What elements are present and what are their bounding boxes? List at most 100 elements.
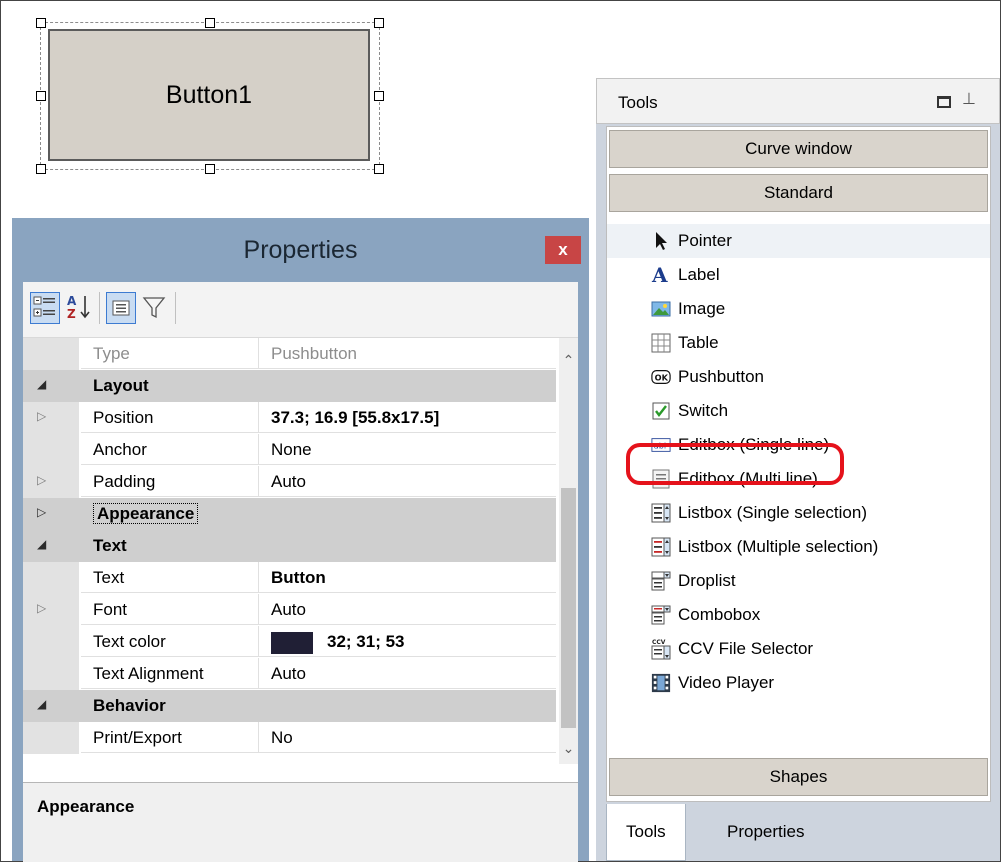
tab-tools[interactable]: Tools xyxy=(606,804,686,861)
tool-item-video-player[interactable]: Video Player xyxy=(607,666,990,700)
tab-properties[interactable]: Properties xyxy=(708,804,823,860)
scroll-up-icon[interactable]: ⌃ xyxy=(559,352,578,369)
category-label: Appearance xyxy=(93,503,199,524)
combobox-icon xyxy=(651,605,671,625)
property-value[interactable]: None xyxy=(259,434,556,465)
property-name: Padding xyxy=(81,466,259,497)
tools-title: Tools xyxy=(618,93,658,112)
property-name: Anchor xyxy=(81,434,259,465)
svg-text:OK: OK xyxy=(655,373,669,383)
float-window-icon[interactable] xyxy=(937,96,951,108)
category-label: Text xyxy=(93,536,127,555)
section-standard[interactable]: Standard xyxy=(609,174,988,212)
resize-handle-middle-left[interactable] xyxy=(36,91,46,101)
property-name: Text xyxy=(81,562,259,593)
resize-handle-bottom-right[interactable] xyxy=(374,164,384,174)
svg-text:CCV: CCV xyxy=(652,639,666,646)
tool-item-image[interactable]: Image xyxy=(607,292,990,326)
tool-item-table[interactable]: Table xyxy=(607,326,990,360)
property-name: Text Alignment xyxy=(81,658,259,689)
expand-icon[interactable]: ▷ xyxy=(37,601,46,615)
property-value[interactable]: Auto xyxy=(259,658,556,689)
tool-item-pointer[interactable]: Pointer xyxy=(607,224,990,258)
tool-item-pushbutton[interactable]: OK Pushbutton xyxy=(607,360,990,394)
properties-title[interactable]: Properties xyxy=(12,218,589,282)
tool-item-combobox[interactable]: Combobox xyxy=(607,598,990,632)
property-pages-button[interactable] xyxy=(106,292,136,324)
property-name: Text color xyxy=(81,626,259,657)
scrollbar-thumb[interactable] xyxy=(561,488,576,728)
property-value[interactable]: Auto xyxy=(259,594,556,625)
category-label: Layout xyxy=(93,376,149,395)
resize-handle-middle-right[interactable] xyxy=(374,91,384,101)
expand-icon[interactable]: ▷ xyxy=(37,409,46,423)
property-row-font[interactable]: ▷ Font Auto xyxy=(23,594,556,626)
table-icon xyxy=(651,333,671,353)
collapse-icon[interactable]: ◢ xyxy=(37,697,46,711)
expand-icon[interactable]: ▷ xyxy=(37,473,46,487)
label-icon: A xyxy=(651,265,671,285)
tool-item-switch[interactable]: Switch xyxy=(607,394,990,428)
toolbar-separator xyxy=(175,292,176,324)
property-row-type[interactable]: Type Pushbutton xyxy=(23,338,556,370)
droplist-icon xyxy=(651,571,671,591)
pointer-icon xyxy=(651,231,671,251)
property-value[interactable]: 37.3; 16.9 [55.8x17.5] xyxy=(259,402,556,433)
tool-item-listbox-multi[interactable]: Listbox (Multiple selection) xyxy=(607,530,990,564)
section-shapes[interactable]: Shapes xyxy=(609,758,988,796)
category-label: Behavior xyxy=(93,696,166,715)
categorized-icon xyxy=(33,296,55,317)
video-player-icon xyxy=(651,673,671,693)
category-behavior[interactable]: ◢ Behavior xyxy=(23,690,556,722)
expand-icon[interactable]: ▷ xyxy=(37,505,46,519)
categorized-button[interactable] xyxy=(30,292,60,324)
property-row-text-alignment[interactable]: Text Alignment Auto xyxy=(23,658,556,690)
sort-az-icon: A Z xyxy=(67,294,90,321)
property-value[interactable]: No xyxy=(259,722,556,753)
property-name: Position xyxy=(81,402,259,433)
scroll-down-icon[interactable]: ⌄ xyxy=(559,740,578,757)
category-layout[interactable]: ◢ Layout xyxy=(23,370,556,402)
collapse-icon[interactable]: ◢ xyxy=(37,377,46,391)
property-row-position[interactable]: ▷ Position 37.3; 16.9 [55.8x17.5] xyxy=(23,402,556,434)
tool-window-tabs: Tools Properties xyxy=(596,804,1000,861)
tool-item-ccv-file-selector[interactable]: CCV CCV File Selector xyxy=(607,632,990,666)
resize-handle-bottom-center[interactable] xyxy=(205,164,215,174)
property-name: Type xyxy=(81,338,259,369)
svg-text:Z: Z xyxy=(67,307,76,321)
color-swatch xyxy=(271,631,313,654)
section-curve-window[interactable]: Curve window xyxy=(609,130,988,168)
property-value[interactable]: Auto xyxy=(259,466,556,497)
listbox-single-icon xyxy=(651,503,671,523)
filter-button[interactable] xyxy=(140,292,170,324)
close-button[interactable]: x xyxy=(545,236,581,264)
property-row-print-export[interactable]: Print/Export No xyxy=(23,722,556,754)
property-row-text[interactable]: Text Button xyxy=(23,562,556,594)
property-row-text-color[interactable]: Text color 32; 31; 53 xyxy=(23,626,556,658)
collapse-icon[interactable]: ◢ xyxy=(37,537,46,551)
tool-item-droplist[interactable]: Droplist xyxy=(607,564,990,598)
pin-icon[interactable]: ⊥ xyxy=(962,89,976,109)
tool-item-listbox-single[interactable]: Listbox (Single selection) xyxy=(607,496,990,530)
property-grid: Type Pushbutton ◢ Layout ▷ Position 37.3… xyxy=(23,338,556,754)
resize-handle-top-center[interactable] xyxy=(205,18,215,28)
property-value[interactable]: Button xyxy=(259,562,556,593)
sort-alphabetical-button[interactable]: A Z xyxy=(64,292,94,324)
listbox-multi-icon xyxy=(651,537,671,557)
category-appearance[interactable]: ▷ Appearance xyxy=(23,498,556,530)
property-value-color[interactable]: 32; 31; 53 xyxy=(259,626,556,657)
tool-item-label[interactable]: A Label xyxy=(607,258,990,292)
category-text[interactable]: ◢ Text xyxy=(23,530,556,562)
resize-handle-top-left[interactable] xyxy=(36,18,46,28)
resize-handle-top-right[interactable] xyxy=(374,18,384,28)
tools-window: Tools ⊥ Curve window Standard Pointer A … xyxy=(596,78,1000,861)
funnel-icon xyxy=(142,297,166,319)
property-row-anchor[interactable]: Anchor None xyxy=(23,434,556,466)
canvas-pushbutton[interactable]: Button1 xyxy=(48,29,370,161)
vertical-scrollbar[interactable]: ⌃ ⌄ xyxy=(559,338,578,764)
property-row-padding[interactable]: ▷ Padding Auto xyxy=(23,466,556,498)
pushbutton-icon: OK xyxy=(651,367,671,387)
resize-handle-bottom-left[interactable] xyxy=(36,164,46,174)
property-name: Print/Export xyxy=(81,722,259,753)
property-value: Pushbutton xyxy=(259,338,556,369)
